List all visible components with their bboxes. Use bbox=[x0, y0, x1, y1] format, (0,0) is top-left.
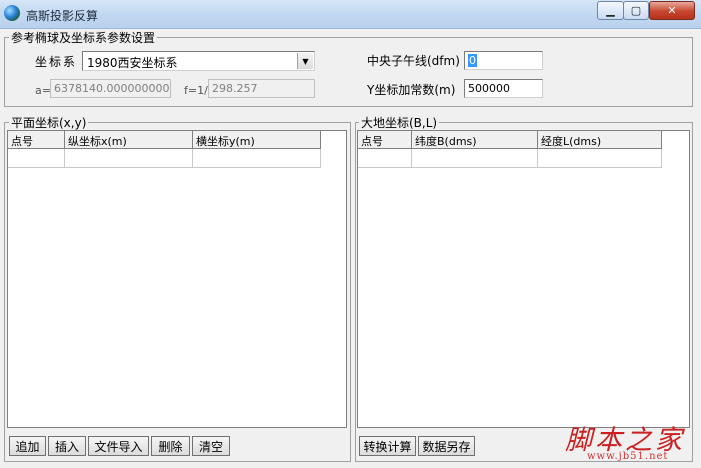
save-data-button[interactable]: 数据另存 bbox=[418, 436, 475, 456]
minimize-button[interactable]: ▁ bbox=[597, 1, 624, 20]
insert-button[interactable]: 插入 bbox=[48, 436, 86, 456]
geo-cell[interactable] bbox=[412, 149, 538, 168]
title-bar bbox=[0, 0, 701, 29]
y-constant-field[interactable]: 500000 bbox=[464, 79, 543, 98]
plane-cell[interactable] bbox=[193, 149, 321, 168]
close-icon: ✕ bbox=[667, 4, 677, 17]
central-meridian-value: 0 bbox=[468, 54, 477, 67]
plane-cell[interactable] bbox=[8, 149, 65, 168]
close-button[interactable]: ✕ bbox=[649, 1, 695, 20]
plane-col-point[interactable]: 点号 bbox=[8, 131, 65, 149]
geo-cell[interactable] bbox=[358, 149, 412, 168]
params-group-title: 参考椭球及坐标系参数设置 bbox=[9, 29, 158, 46]
geo-cell[interactable] bbox=[538, 149, 662, 168]
watermark: 脚本之家 www.jb51.net bbox=[565, 418, 685, 462]
plane-coords-title: 平面坐标(x,y) bbox=[9, 114, 89, 131]
central-meridian-label: 中央子午线(dfm) bbox=[367, 54, 460, 68]
watermark-url: www.jb51.net bbox=[587, 451, 669, 462]
geodetic-coords-table[interactable]: 点号 纬度B(dms) 经度L(dms) bbox=[357, 130, 690, 428]
a-label: a= bbox=[35, 84, 51, 97]
delete-button[interactable]: 删除 bbox=[151, 436, 190, 456]
geo-col-latitude[interactable]: 纬度B(dms) bbox=[412, 131, 538, 149]
coord-system-label: 坐标系 bbox=[35, 55, 78, 69]
app-globe-icon bbox=[4, 5, 20, 21]
central-meridian-field[interactable]: 0 bbox=[464, 51, 543, 70]
geodetic-coords-title: 大地坐标(B,L) bbox=[359, 114, 440, 131]
maximize-icon: ▢ bbox=[630, 4, 642, 17]
plane-cell[interactable] bbox=[65, 149, 193, 168]
geo-col-longitude[interactable]: 经度L(dms) bbox=[538, 131, 662, 149]
window-title: 高斯投影反算 bbox=[26, 9, 99, 23]
chevron-down-icon[interactable]: ▼ bbox=[297, 53, 313, 69]
coord-system-select[interactable]: 1980西安坐标系 ▼ bbox=[82, 51, 315, 71]
a-field[interactable]: 6378140.0000000000 bbox=[50, 79, 171, 98]
maximize-button[interactable]: ▢ bbox=[623, 1, 649, 20]
plane-coords-table[interactable]: 点号 纵坐标x(m) 横坐标y(m) bbox=[7, 130, 347, 428]
clear-button[interactable]: 清空 bbox=[192, 436, 230, 456]
minimize-icon: ▁ bbox=[606, 4, 615, 17]
f-field[interactable]: 298.257 bbox=[208, 79, 315, 98]
plane-col-x[interactable]: 纵坐标x(m) bbox=[65, 131, 193, 149]
plane-col-y[interactable]: 横坐标y(m) bbox=[193, 131, 321, 149]
coord-system-value: 1980西安坐标系 bbox=[87, 56, 178, 70]
y-constant-label: Y坐标加常数(m) bbox=[367, 83, 456, 97]
convert-compute-button[interactable]: 转换计算 bbox=[359, 436, 416, 456]
geo-col-point[interactable]: 点号 bbox=[358, 131, 412, 149]
add-button[interactable]: 追加 bbox=[9, 436, 46, 456]
file-import-button[interactable]: 文件导入 bbox=[88, 436, 149, 456]
f-label: f=1/ bbox=[184, 84, 208, 97]
